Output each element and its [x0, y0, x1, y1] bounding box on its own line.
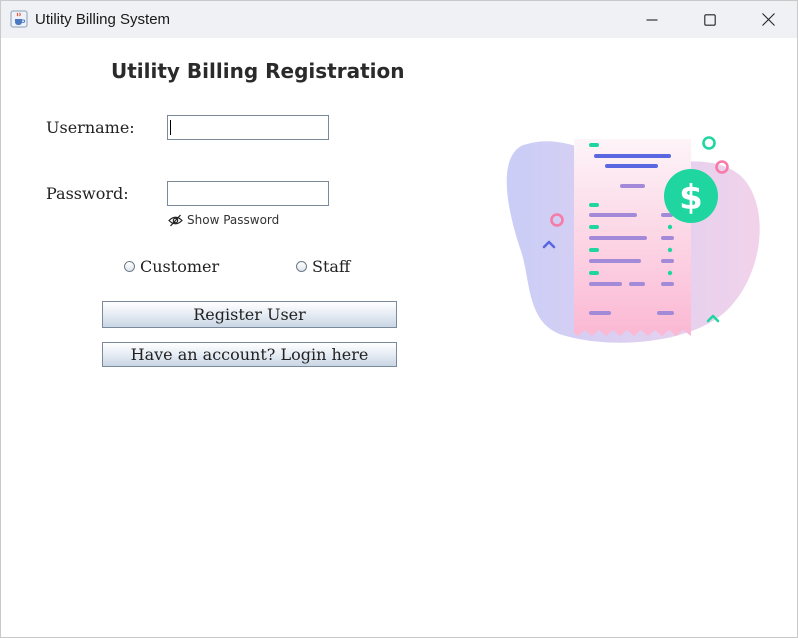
staff-radio[interactable]: Staff [296, 257, 350, 276]
maximize-button[interactable] [681, 1, 739, 38]
text-caret [170, 120, 171, 135]
page-title: Utility Billing Registration [111, 59, 405, 83]
title-bar[interactable]: Utility Billing System [1, 1, 797, 38]
customer-radio-label: Customer [140, 257, 220, 276]
app-window: Utility Billing System Utility Billing R… [0, 0, 798, 638]
radio-button-staff[interactable] [296, 261, 307, 272]
show-password-toggle[interactable]: Show Password [168, 213, 279, 227]
username-label: Username: [46, 118, 135, 137]
close-icon [761, 13, 775, 26]
minimize-button[interactable] [623, 1, 681, 38]
java-cup-icon [10, 10, 28, 28]
eye-slash-icon [168, 214, 183, 226]
svg-text:$: $ [679, 178, 703, 218]
maximize-icon [704, 13, 716, 26]
close-button[interactable] [739, 1, 797, 38]
customer-radio[interactable]: Customer [124, 257, 219, 276]
minimize-icon [646, 18, 658, 21]
username-input[interactable] [167, 115, 329, 140]
password-input[interactable] [167, 181, 329, 206]
register-user-button[interactable]: Register User [102, 301, 397, 328]
bill-receipt-illustration: $ [501, 131, 763, 351]
login-link-button[interactable]: Have an account? Login here [102, 342, 397, 367]
radio-button-customer[interactable] [124, 261, 135, 272]
window-title: Utility Billing System [35, 11, 171, 28]
staff-radio-label: Staff [312, 257, 351, 276]
password-label: Password: [46, 184, 129, 203]
show-password-label: Show Password [187, 213, 280, 227]
